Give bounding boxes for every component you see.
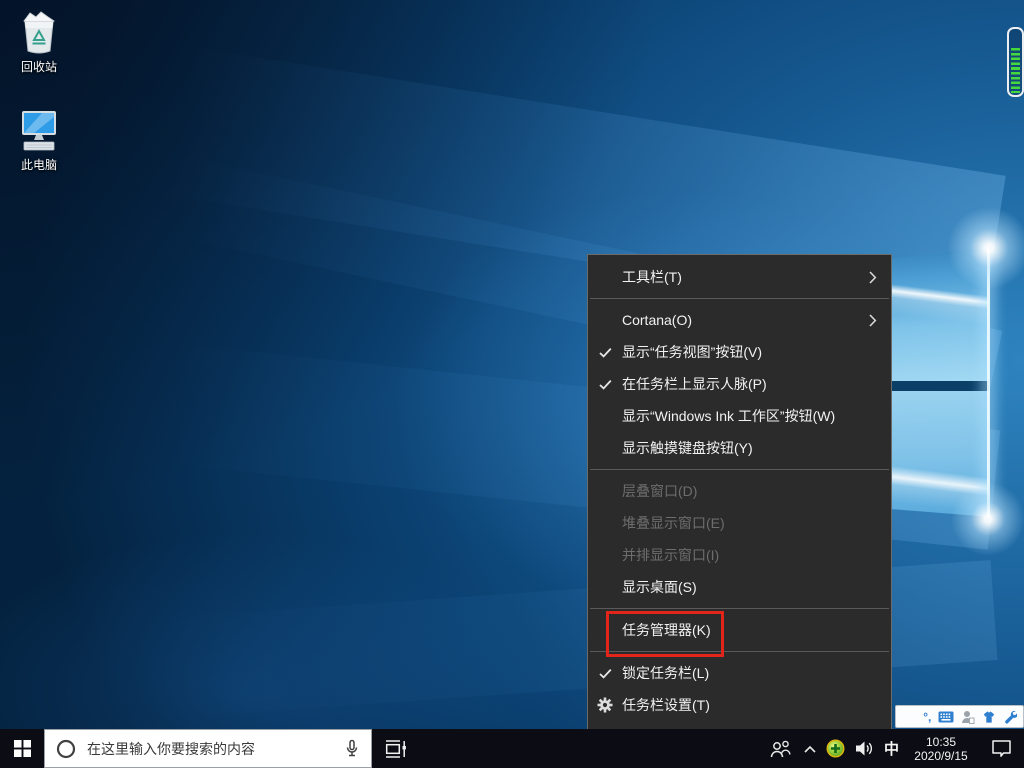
action-center-button[interactable] bbox=[983, 739, 1020, 758]
task-view-button[interactable] bbox=[372, 729, 420, 768]
taskbar-context-menu: 工具栏(T) Cortana(O) 显示“任务视图”按钮(V) 在任务栏上显示人… bbox=[587, 254, 892, 740]
menu-item-label: 显示触摸键盘按钮(Y) bbox=[622, 438, 877, 458]
menu-separator bbox=[590, 608, 889, 609]
antivirus-shield-icon bbox=[826, 739, 845, 758]
chevron-up-icon bbox=[803, 744, 817, 754]
windows-logo-icon bbox=[14, 740, 31, 757]
corner-glow bbox=[944, 203, 1024, 293]
ime-language-indicator[interactable]: 中 bbox=[884, 738, 899, 759]
menu-item-toolbars[interactable]: 工具栏(T) bbox=[588, 261, 891, 293]
battery-fill bbox=[1011, 48, 1020, 93]
menu-item-show-windows-side-by-side: 并排显示窗口(I) bbox=[588, 539, 891, 571]
menu-item-show-people-on-taskbar[interactable]: 在任务栏上显示人脉(P) bbox=[588, 368, 891, 400]
clock-date: 2020/9/15 bbox=[914, 749, 967, 763]
menu-item-show-windows-stacked: 堆叠显示窗口(E) bbox=[588, 507, 891, 539]
toolbox-icon[interactable] bbox=[1003, 710, 1017, 724]
menu-item-label: 层叠窗口(D) bbox=[622, 481, 877, 501]
ime-status-toolbar: °, bbox=[895, 705, 1024, 728]
people-icon bbox=[770, 739, 794, 759]
skin-icon[interactable] bbox=[982, 710, 996, 724]
desktop-icon-this-pc[interactable]: 此电脑 bbox=[9, 106, 69, 173]
menu-item-label: 显示“任务视图”按钮(V) bbox=[622, 342, 877, 362]
show-hidden-icons-button[interactable] bbox=[803, 744, 817, 754]
menu-item-show-task-view-button[interactable]: 显示“任务视图”按钮(V) bbox=[588, 336, 891, 368]
menu-item-show-desktop[interactable]: 显示桌面(S) bbox=[588, 571, 891, 603]
checkmark-icon bbox=[588, 668, 622, 679]
taskbar-clock[interactable]: 10:35 2020/9/15 bbox=[908, 735, 974, 763]
checkmark-icon bbox=[588, 347, 622, 358]
antivirus-tray-button[interactable] bbox=[826, 739, 845, 758]
cortana-circle-icon bbox=[55, 738, 77, 760]
menu-item-cascade-windows: 层叠窗口(D) bbox=[588, 475, 891, 507]
menu-item-label: Cortana(O) bbox=[622, 312, 869, 328]
menu-item-label: 堆叠显示窗口(E) bbox=[622, 513, 877, 533]
people-button[interactable] bbox=[770, 739, 794, 759]
this-pc-icon bbox=[16, 106, 62, 154]
task-view-icon bbox=[385, 738, 407, 760]
submenu-arrow-icon bbox=[869, 271, 877, 284]
moon-icon[interactable] bbox=[902, 710, 916, 724]
system-tray: 中 10:35 2020/9/15 bbox=[770, 729, 1024, 768]
menu-item-cortana[interactable]: Cortana(O) bbox=[588, 304, 891, 336]
menu-item-label: 任务管理器(K) bbox=[622, 620, 877, 640]
checkmark-icon bbox=[588, 379, 622, 390]
menu-item-show-touch-keyboard-button[interactable]: 显示触摸键盘按钮(Y) bbox=[588, 432, 891, 464]
desktop-icon-recycle-bin[interactable]: 回收站 bbox=[9, 8, 69, 75]
menu-separator bbox=[590, 469, 889, 470]
menu-separator bbox=[590, 651, 889, 652]
menu-separator bbox=[590, 298, 889, 299]
gear-icon bbox=[588, 697, 622, 713]
menu-item-lock-taskbar[interactable]: 锁定任务栏(L) bbox=[588, 657, 891, 689]
menu-item-label: 锁定任务栏(L) bbox=[622, 663, 877, 683]
taskbar-search-input[interactable]: 在这里输入你要搜索的内容 bbox=[44, 729, 372, 768]
menu-item-label: 显示“Windows Ink 工作区”按钮(W) bbox=[622, 406, 877, 426]
menu-item-label: 显示桌面(S) bbox=[622, 577, 877, 597]
light-haze bbox=[0, 480, 650, 768]
desktop-icon-label: 此电脑 bbox=[9, 156, 69, 173]
taskbar: 在这里输入你要搜索的内容 bbox=[0, 729, 1024, 768]
recycle-bin-icon bbox=[16, 8, 62, 56]
microphone-icon[interactable] bbox=[343, 739, 361, 758]
menu-item-show-windows-ink-workspace-button[interactable]: 显示“Windows Ink 工作区”按钮(W) bbox=[588, 400, 891, 432]
action-center-icon bbox=[991, 739, 1012, 758]
menu-item-label: 在任务栏上显示人脉(P) bbox=[622, 374, 877, 394]
corner-glow bbox=[948, 479, 1024, 559]
account-icon[interactable] bbox=[961, 710, 975, 724]
menu-item-label: 工具栏(T) bbox=[622, 267, 869, 287]
soft-keyboard-icon[interactable] bbox=[938, 711, 954, 723]
search-placeholder: 在这里输入你要搜索的内容 bbox=[87, 739, 343, 759]
submenu-arrow-icon bbox=[869, 314, 877, 327]
start-button[interactable] bbox=[0, 729, 44, 768]
volume-button[interactable] bbox=[854, 740, 875, 757]
punctuation-icon[interactable]: °, bbox=[923, 711, 931, 723]
menu-item-task-manager[interactable]: 任务管理器(K) bbox=[588, 614, 891, 646]
speaker-icon bbox=[854, 740, 875, 757]
clock-time: 10:35 bbox=[926, 735, 956, 749]
menu-item-label: 并排显示窗口(I) bbox=[622, 545, 877, 565]
menu-item-label: 任务栏设置(T) bbox=[622, 695, 877, 715]
battery-level-indicator bbox=[1007, 27, 1024, 97]
menu-item-taskbar-settings[interactable]: 任务栏设置(T) bbox=[588, 689, 891, 721]
desktop-icon-label: 回收站 bbox=[9, 58, 69, 75]
